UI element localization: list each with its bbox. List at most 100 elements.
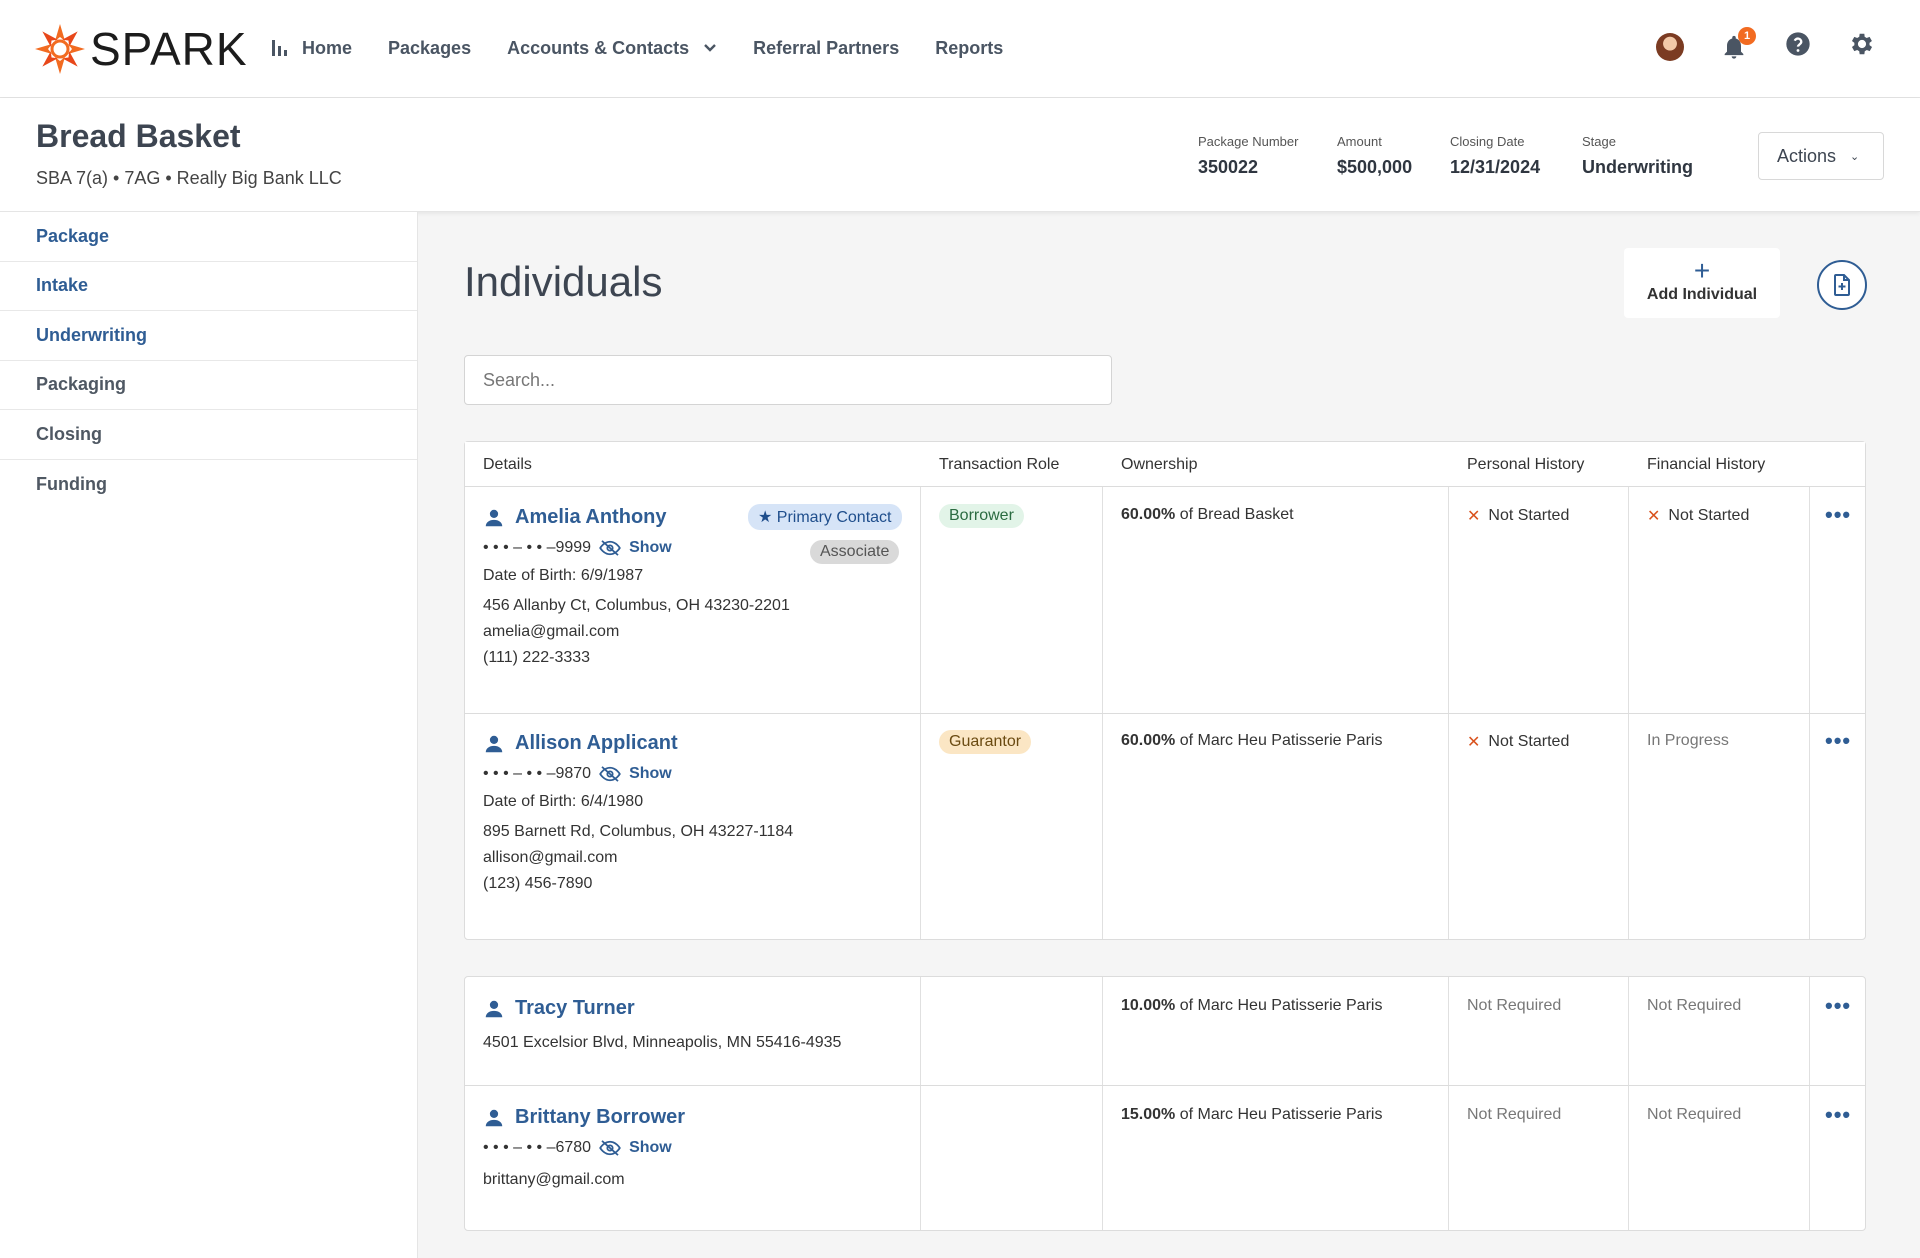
person-name: Brittany Borrower <box>515 1106 686 1128</box>
main-nav: Home Packages Accounts & Contacts Referr… <box>272 30 1039 66</box>
associate-badge: Associate <box>810 540 900 564</box>
notifications-button[interactable]: 1 <box>1720 26 1756 61</box>
sidebar-item-funding[interactable]: Funding <box>0 460 417 510</box>
show-ssn-button[interactable]: Show <box>599 539 672 557</box>
status-text: Not Started <box>1488 507 1570 524</box>
financial-history-status: ✕ Not Started <box>1647 506 1749 526</box>
show-label: Show <box>629 765 672 782</box>
personal-history-status: Not Required <box>1467 1106 1562 1123</box>
more-icon[interactable]: ••• <box>1825 993 1851 1019</box>
search-input[interactable] <box>464 355 1112 405</box>
nav-referral-label: Referral Partners <box>753 37 900 58</box>
person-name-link[interactable]: Amelia Anthony <box>483 506 790 529</box>
email: allison@gmail.com <box>483 849 618 866</box>
person-icon <box>485 1109 503 1126</box>
sidebar-item-underwriting[interactable]: Underwriting <box>0 311 417 361</box>
actions-label: Actions <box>1777 145 1837 166</box>
financial-history-status: In Progress <box>1647 732 1729 749</box>
add-individual-button[interactable]: + Add Individual <box>1624 248 1780 318</box>
help-button[interactable] <box>1784 30 1812 63</box>
nav-accounts-contacts[interactable]: Accounts & Contacts <box>507 38 717 59</box>
header-financial-history[interactable]: Financial History <box>1629 442 1765 487</box>
header-personal-history[interactable]: Personal History <box>1449 442 1584 487</box>
address: 456 Allanby Ct, Columbus, OH 43230-2201 <box>483 597 790 614</box>
ownership-of: of Marc Heu Patisserie Paris <box>1175 732 1383 749</box>
x-icon: ✕ <box>1467 734 1481 751</box>
person-name-link[interactable]: Brittany Borrower <box>483 1106 685 1129</box>
page-title: Individuals <box>464 258 663 305</box>
ownership: 10.00% of Marc Heu Patisserie Paris <box>1121 997 1382 1015</box>
header-details[interactable]: Details <box>465 442 532 487</box>
nav-referral-partners[interactable]: Referral Partners <box>753 38 899 59</box>
individuals-table-secondary: Tracy Turner 4501 Excelsior Blvd, Minnea… <box>464 976 1866 1231</box>
meta-label: Package Number <box>1198 134 1299 149</box>
plus-icon: + <box>1693 255 1711 286</box>
meta-value: $500,000 <box>1337 157 1413 177</box>
bar-chart-icon <box>272 40 290 56</box>
nav-home-label: Home <box>302 37 353 58</box>
table-row: Brittany Borrower • • • – • • –6780 Show… <box>483 1106 685 1191</box>
more-icon[interactable]: ••• <box>1825 1102 1851 1128</box>
show-label: Show <box>629 1139 672 1156</box>
financial-history-status: Not Required <box>1647 1106 1742 1123</box>
package-header: Bread Basket SBA 7(a) • 7AG • Really Big… <box>0 98 1920 212</box>
person-icon <box>485 1000 503 1017</box>
table-row: Allison Applicant • • • – • • –9870 Show… <box>483 732 793 895</box>
logo-text: SPARK <box>90 23 248 75</box>
ssn-masked: • • • – • • –6780 <box>483 1139 592 1156</box>
person-name-link[interactable]: Tracy Turner <box>483 997 841 1020</box>
ownership-percent: 60.00% <box>1121 506 1176 523</box>
settings-button[interactable] <box>1848 30 1876 63</box>
nav-packages[interactable]: Packages <box>388 38 471 59</box>
meta-value: Underwriting <box>1582 157 1693 177</box>
document-add-icon <box>1834 274 1850 296</box>
row-divider <box>465 713 1865 714</box>
package-subtitle: SBA 7(a) • 7AG • Really Big Bank LLC <box>36 168 342 188</box>
add-document-button[interactable] <box>1817 260 1867 310</box>
show-ssn-button[interactable]: Show <box>599 1139 672 1157</box>
sidebar-item-intake[interactable]: Intake <box>0 262 417 311</box>
avatar[interactable] <box>1656 32 1684 61</box>
actions-button[interactable]: Actions ⌄ <box>1758 132 1884 180</box>
more-icon[interactable]: ••• <box>1825 728 1851 754</box>
primary-contact-badge: ★ Primary Contact <box>748 504 902 530</box>
person-icon <box>485 735 503 752</box>
spark-logo[interactable]: SPARK <box>34 23 248 75</box>
person-icon <box>485 509 503 526</box>
sidebar-item-packaging[interactable]: Packaging <box>0 361 417 410</box>
sidebar-item-closing[interactable]: Closing <box>0 410 417 460</box>
more-icon[interactable]: ••• <box>1825 502 1851 528</box>
package-title: Bread Basket <box>36 118 241 154</box>
ssn-masked: • • • – • • –9999 <box>483 539 592 556</box>
nav-reports[interactable]: Reports <box>935 38 1003 59</box>
meta-amount: Amount $500,000 <box>1337 134 1412 178</box>
address: 895 Barnett Rd, Columbus, OH 43227-1184 <box>483 823 794 840</box>
personal-history-status: ✕ Not Started <box>1467 506 1569 526</box>
ownership: 15.00% of Marc Heu Patisserie Paris <box>1121 1106 1382 1124</box>
row-divider <box>465 1085 1865 1086</box>
meta-label: Stage <box>1582 134 1616 149</box>
nav-home[interactable]: Home <box>272 38 352 59</box>
sidebar-item-package[interactable]: Package <box>0 212 417 262</box>
table-row: Tracy Turner 4501 Excelsior Blvd, Minnea… <box>483 997 841 1054</box>
header-transaction-role[interactable]: Transaction Role <box>921 442 1059 487</box>
person-name: Allison Applicant <box>515 732 678 754</box>
person-name-link[interactable]: Allison Applicant <box>483 732 793 755</box>
show-ssn-button[interactable]: Show <box>599 765 672 783</box>
top-right-tools: 1 <box>1620 26 1876 63</box>
date-of-birth: Date of Birth: 6/9/1987 <box>483 567 644 584</box>
meta-value: 350022 <box>1198 157 1259 177</box>
nav-reports-label: Reports <box>935 37 1004 58</box>
phone: (111) 222-3333 <box>483 649 591 666</box>
ownership-of: of Marc Heu Patisserie Paris <box>1175 1106 1383 1123</box>
spark-logo-icon <box>35 24 85 74</box>
header-ownership[interactable]: Ownership <box>1103 442 1197 487</box>
meta-closing-date: Closing Date 12/31/2024 <box>1450 134 1540 178</box>
x-icon: ✕ <box>1467 508 1481 525</box>
notification-badge: 1 <box>1738 26 1756 45</box>
table-header: Details Transaction Role Ownership Perso… <box>465 442 1865 487</box>
show-label: Show <box>629 539 672 556</box>
x-icon: ✕ <box>1647 508 1661 525</box>
meta-value: 12/31/2024 <box>1450 157 1541 177</box>
ssn-field: • • • – • • –9999 Show <box>483 539 790 557</box>
